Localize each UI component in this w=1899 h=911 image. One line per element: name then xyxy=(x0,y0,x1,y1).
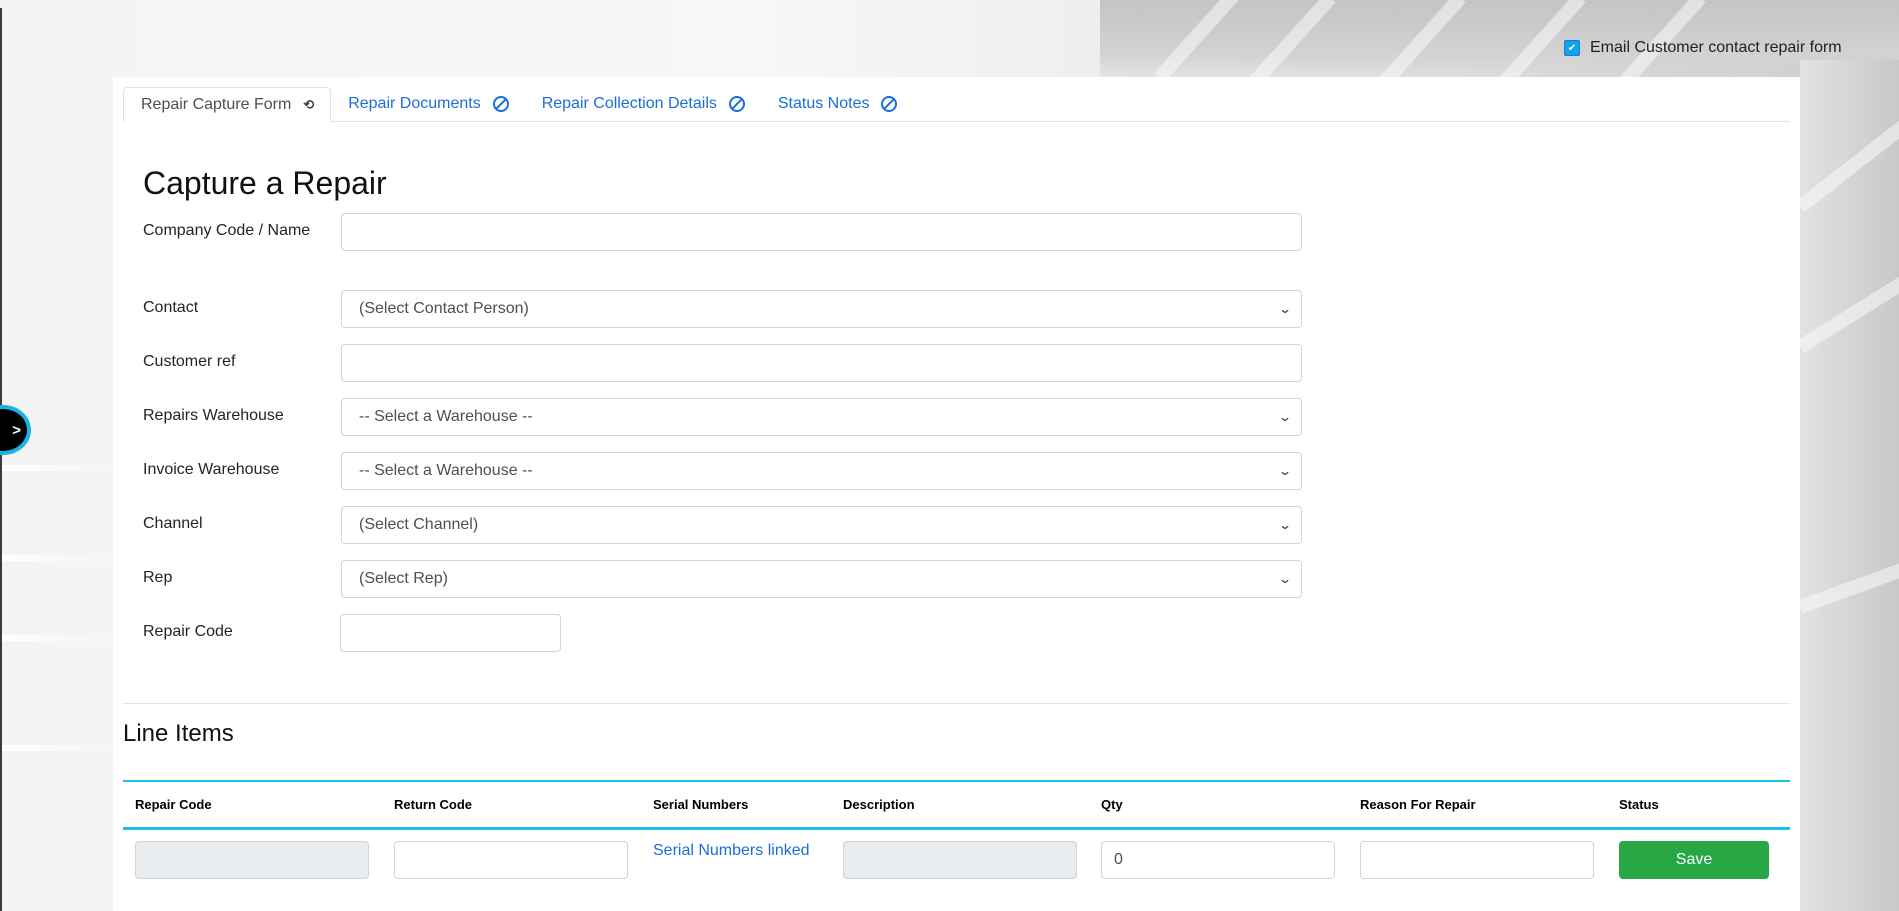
column-header: Return Code xyxy=(394,797,472,812)
serial-numbers-link[interactable]: Serial Numbers linked xyxy=(653,842,831,860)
channel-label: Channel xyxy=(143,515,203,532)
contact-select[interactable]: (Select Contact Person) ⌄ xyxy=(341,290,1302,328)
line-items-table: Repair Code Return Code Serial Numbers D… xyxy=(123,780,1790,890)
sidebar-edge xyxy=(0,8,2,911)
ban-icon xyxy=(728,96,745,112)
channel-row: Channel (Select Channel) ⌄ xyxy=(143,506,1302,544)
repairs-warehouse-selected: -- Select a Warehouse -- xyxy=(359,408,533,425)
cell-serial-numbers: Serial Numbers linked xyxy=(641,841,831,860)
email-customer-label: Email Customer contact repair form xyxy=(1590,39,1842,56)
repairs-warehouse-row: Repairs Warehouse -- Select a Warehouse … xyxy=(143,398,1302,436)
background-shelf xyxy=(0,465,120,471)
ban-icon xyxy=(881,96,898,112)
tab-repair-collection-details[interactable]: Repair Collection Details xyxy=(525,87,761,121)
column-header: Serial Numbers xyxy=(653,797,749,812)
cell-return-code xyxy=(382,841,641,879)
email-customer-option[interactable]: ✔ Email Customer contact repair form xyxy=(1564,39,1842,57)
channel-select[interactable]: (Select Channel) ⌄ xyxy=(341,506,1302,544)
table-header: Repair Code Return Code Serial Numbers D… xyxy=(123,782,1790,830)
tab-bar: Repair Capture Form ⟲ Repair Documents R… xyxy=(123,87,1790,122)
channel-selected: (Select Channel) xyxy=(359,516,479,533)
line-qty-input[interactable]: 0 xyxy=(1101,841,1335,879)
checkmark-icon: ✔ xyxy=(1567,42,1577,54)
column-header: Status xyxy=(1619,797,1659,812)
repair-code-label: Repair Code xyxy=(143,623,233,640)
refresh-icon: ⟲ xyxy=(303,96,315,112)
tab-label: Repair Capture Form xyxy=(141,95,292,113)
cell-description xyxy=(831,841,1089,879)
chevron-down-icon: ⌄ xyxy=(1277,572,1293,586)
contact-label: Contact xyxy=(143,299,199,316)
tab-label: Repair Collection Details xyxy=(541,95,717,112)
company-label: Company Code / Name xyxy=(143,222,311,239)
column-header: Repair Code xyxy=(135,797,212,812)
page-title: Capture a Repair xyxy=(143,165,387,201)
tab-label: Status Notes xyxy=(777,95,870,112)
invoice-warehouse-label: Invoice Warehouse xyxy=(143,461,280,478)
invoice-warehouse-selected: -- Select a Warehouse -- xyxy=(359,462,533,479)
tab-label: Repair Documents xyxy=(348,95,481,112)
main-panel: Repair Capture Form ⟲ Repair Documents R… xyxy=(113,77,1800,911)
tab-repair-documents[interactable]: Repair Documents xyxy=(331,87,525,121)
contact-row: Contact (Select Contact Person) ⌄ xyxy=(143,290,1302,328)
save-button[interactable]: Save xyxy=(1619,841,1769,879)
contact-selected: (Select Contact Person) xyxy=(359,300,529,317)
column-header: Qty xyxy=(1101,797,1123,812)
line-return-code-input[interactable] xyxy=(394,841,628,879)
column-header: Description xyxy=(843,797,915,812)
line-description-input xyxy=(843,841,1077,879)
repairs-warehouse-select[interactable]: -- Select a Warehouse -- ⌄ xyxy=(341,398,1302,436)
invoice-warehouse-select[interactable]: -- Select a Warehouse -- ⌄ xyxy=(341,452,1302,490)
ban-icon xyxy=(492,96,509,112)
customer-ref-input[interactable] xyxy=(341,344,1302,382)
rep-select[interactable]: (Select Rep) ⌄ xyxy=(341,560,1302,598)
table-row: Serial Numbers linked 0 Save xyxy=(123,830,1790,890)
line-items-title: Line Items xyxy=(123,720,234,747)
chevron-down-icon: ⌄ xyxy=(1277,410,1293,424)
chevron-down-icon: ⌄ xyxy=(1277,464,1293,478)
cell-reason xyxy=(1348,841,1607,879)
repair-code-row: Repair Code xyxy=(143,614,561,652)
cell-qty: 0 xyxy=(1089,841,1348,879)
tab-repair-capture-form[interactable]: Repair Capture Form ⟲ xyxy=(123,87,332,122)
cell-repair-code xyxy=(123,841,382,879)
line-repair-code-input xyxy=(135,841,369,879)
line-reason-input[interactable] xyxy=(1360,841,1594,879)
customer-ref-label: Customer ref xyxy=(143,353,236,370)
customer-ref-row: Customer ref xyxy=(143,344,1302,382)
chevron-down-icon: ⌄ xyxy=(1277,518,1293,532)
tab-status-notes[interactable]: Status Notes xyxy=(761,87,914,121)
background-shelf xyxy=(0,635,120,641)
background-shelf xyxy=(0,745,120,751)
repair-code-input[interactable] xyxy=(340,614,561,652)
company-input[interactable] xyxy=(341,213,1302,251)
background-shelf xyxy=(0,555,120,561)
rep-row: Rep (Select Rep) ⌄ xyxy=(143,560,1302,598)
email-customer-checkbox[interactable]: ✔ xyxy=(1564,40,1580,56)
cell-status: Save xyxy=(1607,841,1790,879)
repairs-warehouse-label: Repairs Warehouse xyxy=(143,407,284,424)
chevron-down-icon: ⌄ xyxy=(1277,302,1293,316)
column-header: Reason For Repair xyxy=(1360,797,1476,812)
rep-label: Rep xyxy=(143,569,173,586)
company-row: Company Code / Name xyxy=(143,213,1302,251)
chevron-right-icon: > xyxy=(12,421,21,439)
section-divider xyxy=(123,703,1790,704)
invoice-warehouse-row: Invoice Warehouse -- Select a Warehouse … xyxy=(143,452,1302,490)
rep-selected: (Select Rep) xyxy=(359,570,448,587)
